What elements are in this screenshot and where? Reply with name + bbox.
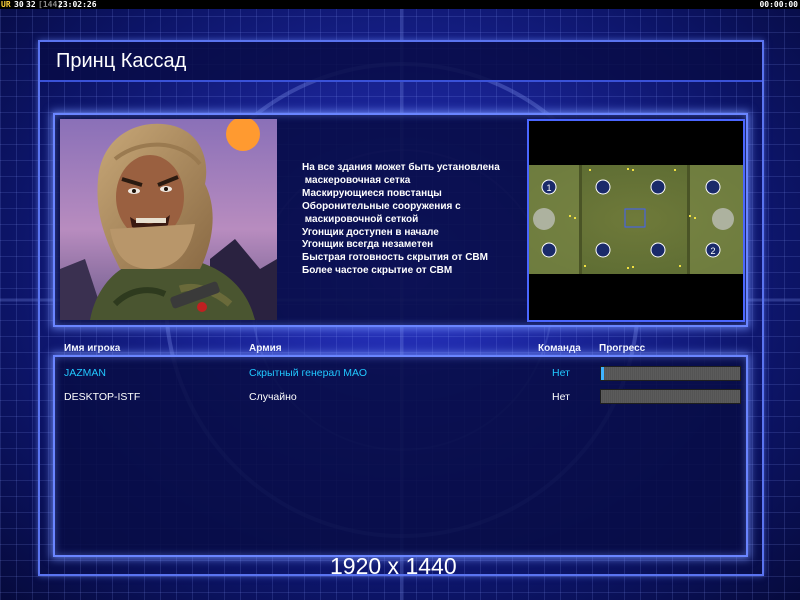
feature-line: Угонщик всегда незаметен bbox=[302, 239, 434, 251]
player-army: Скрытный генерал МАО bbox=[249, 367, 367, 379]
status-timer: 00:00:00 bbox=[759, 0, 798, 9]
page-title: Принц Кассад bbox=[56, 50, 187, 72]
resolution-label: 1920 x 1440 bbox=[330, 553, 457, 579]
player-progress-bar bbox=[600, 389, 741, 404]
player-progress-bar bbox=[600, 366, 741, 381]
feature-line: Маскирующиеся повстанцы bbox=[302, 187, 442, 199]
player-team: Нет bbox=[552, 367, 570, 379]
player-name: JAZMAN bbox=[64, 367, 106, 379]
minimap[interactable]: 1 2 bbox=[529, 165, 743, 274]
column-header-team: Команда bbox=[538, 343, 581, 354]
map-features-list: На все здания может быть установлена мас… bbox=[302, 162, 522, 278]
status-bar: UR 30 32 [144] 23:02:26 00:00:00 bbox=[0, 0, 800, 9]
player-name: DESKTOP-ISTF bbox=[64, 391, 141, 403]
column-header-army: Армия bbox=[249, 343, 282, 354]
status-stat-b: 32 bbox=[26, 0, 36, 9]
general-portrait bbox=[60, 119, 277, 320]
player-team: Нет bbox=[552, 391, 570, 403]
column-header-progress: Прогресс bbox=[599, 343, 646, 354]
feature-line: На все здания может быть установлена bbox=[302, 162, 500, 173]
feature-line: Быстрая готовность скрытия от СВМ bbox=[302, 252, 488, 264]
feature-line: Более частое скрытие от СВМ bbox=[302, 265, 453, 277]
status-stat-a: 30 bbox=[14, 0, 24, 9]
feature-line: маскеровочная сетка bbox=[302, 174, 411, 186]
status-clock: 23:02:26 bbox=[58, 0, 97, 9]
feature-line: Оборонительные сооружения с bbox=[302, 200, 461, 212]
progress-fill bbox=[601, 367, 604, 380]
feature-line: Угонщик доступен в начале bbox=[302, 226, 439, 238]
start-position-label: 1 bbox=[546, 183, 551, 193]
column-header-name: Имя игрока bbox=[64, 343, 121, 354]
feature-line: маскировочной сеткой bbox=[302, 213, 419, 225]
status-label: UR bbox=[1, 0, 11, 9]
start-position-label: 2 bbox=[710, 246, 715, 256]
player-army: Случайно bbox=[249, 391, 297, 403]
players-list bbox=[53, 355, 748, 557]
